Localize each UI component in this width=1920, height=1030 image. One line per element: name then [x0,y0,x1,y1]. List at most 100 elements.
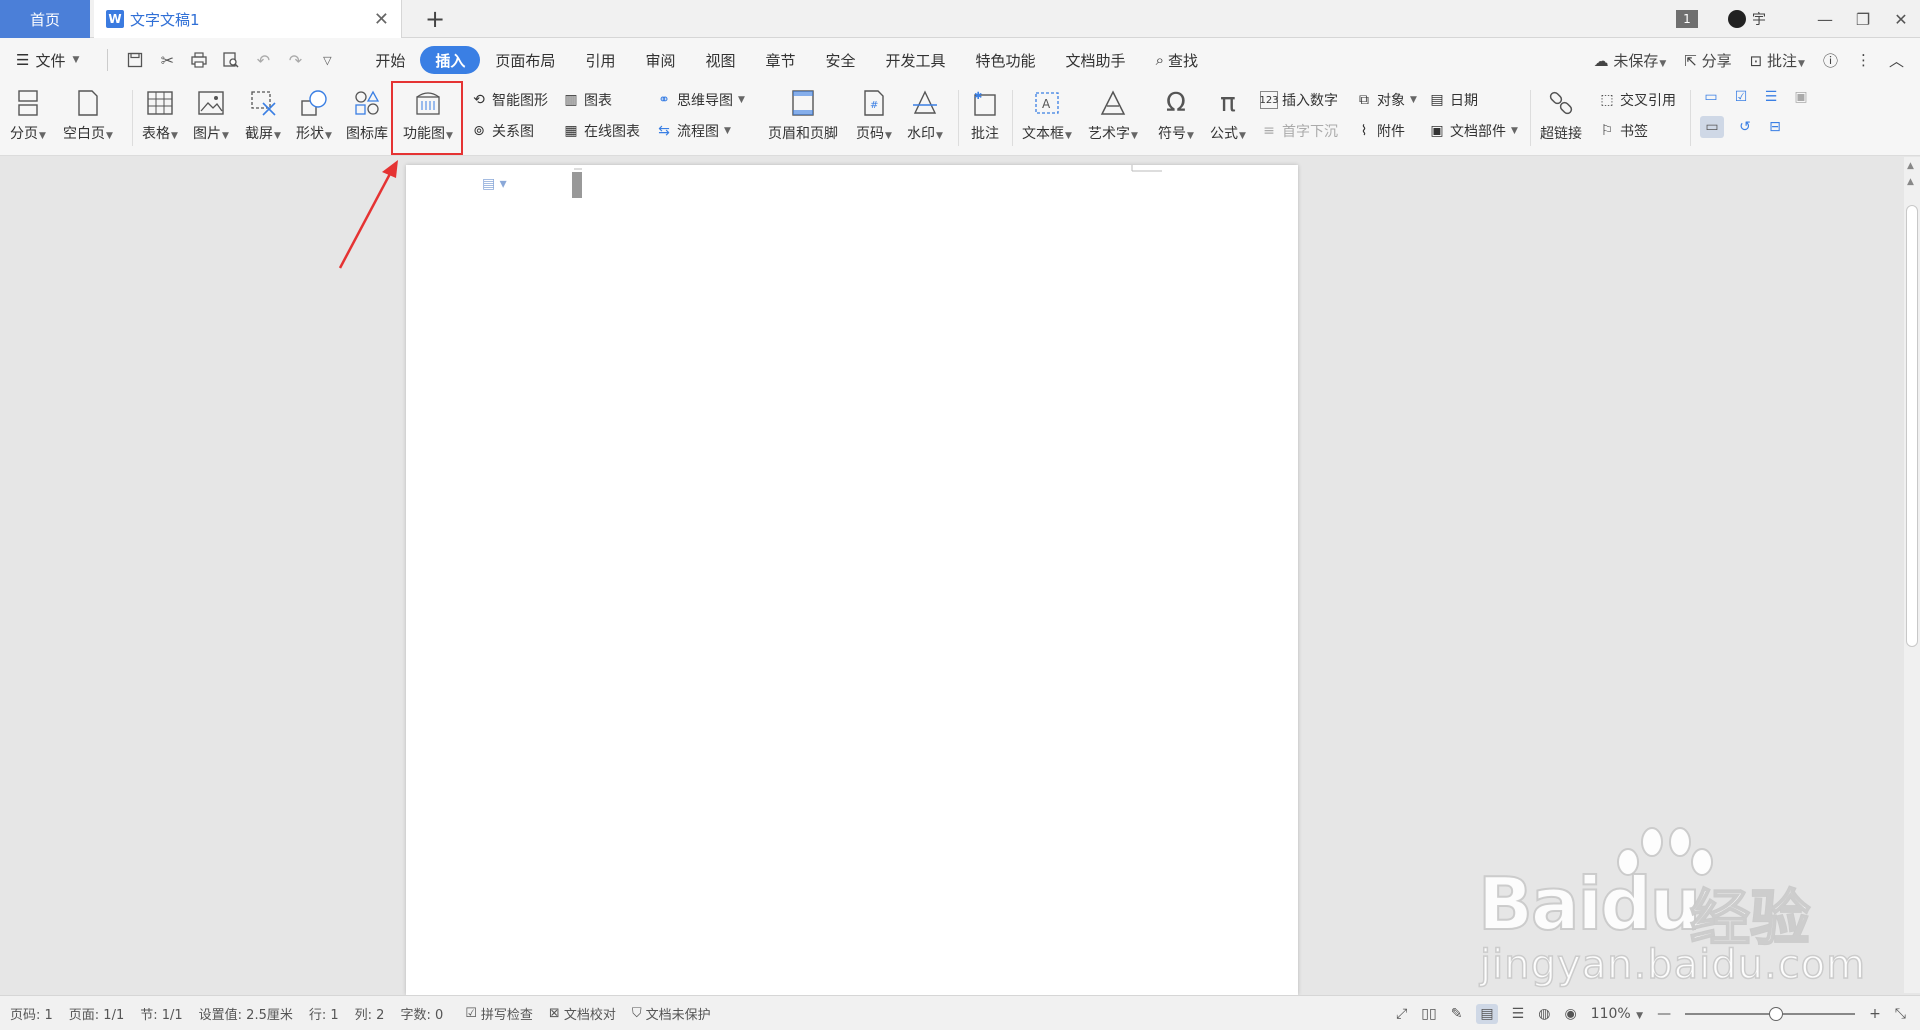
tab-page-layout[interactable]: 页面布局 [480,46,570,74]
form-checkbox-icon[interactable]: ☑ [1732,88,1750,106]
collapse-ribbon-icon[interactable]: ︿ [1889,50,1904,71]
status-setting[interactable]: 设置值: 2.5厘米 [199,1004,293,1023]
header-footer-button[interactable]: 页眉和页脚 [768,84,838,143]
tab-insert[interactable]: 插入 [420,46,481,74]
watermark-button[interactable]: 水印▼ [907,84,943,143]
table-button[interactable]: 表格▼ [142,84,178,143]
reading-mode-icon[interactable]: ▯▯ [1421,1006,1436,1022]
proofread-button[interactable]: ⊠ 文档校对 [549,1004,616,1023]
help-icon[interactable]: ⓘ [1823,50,1838,71]
symbol-button[interactable]: Ω 符号▼ [1158,84,1194,143]
restore-icon[interactable]: ❐ [1844,10,1882,29]
unsaved-button[interactable]: ☁ 未保存▼ [1594,50,1667,71]
print-preview-icon[interactable] [218,47,244,73]
web-view-icon[interactable]: ◍ [1538,1006,1550,1022]
cross-ref-button[interactable]: ⬚ 交叉引用 [1598,90,1676,110]
pen-icon[interactable]: ✎ [1451,1006,1463,1022]
customize-toolbar-icon[interactable]: ▽ [314,47,340,73]
minimize-icon[interactable]: — [1806,10,1844,29]
bookmark-button[interactable]: ⚐ 书签 [1598,121,1648,141]
tab-doc-assistant[interactable]: 文档助手 [1051,46,1141,74]
page-number-button[interactable]: # 页码▼ [856,84,892,143]
new-tab-button[interactable]: + [420,4,450,34]
status-page[interactable]: 页码: 1 [10,1004,53,1023]
spell-check-button[interactable]: ☑ 拼写检查 [465,1004,533,1023]
form-undo-icon[interactable]: ↺ [1736,118,1754,136]
fit-page-icon[interactable]: ⤡ [1895,1006,1906,1022]
textbox-button[interactable]: A 文本框▼ [1022,84,1072,143]
form-list-icon[interactable]: ☰ [1762,88,1780,106]
doc-parts-button[interactable]: ▣ 文档部件 ▼ [1428,121,1518,141]
page-view-icon[interactable]: ▤ [1476,1003,1498,1024]
dropcap-button[interactable]: ≡ 首字下沉 [1260,121,1338,141]
tab-document[interactable]: W 文字文稿1 ✕ [94,0,402,38]
user-account[interactable]: 宇 [1728,9,1766,29]
zoom-slider-knob[interactable] [1769,1006,1784,1021]
tab-references[interactable]: 引用 [570,46,630,74]
redo-icon[interactable]: ↷ [282,47,308,73]
status-col[interactable]: 列: 2 [355,1004,385,1023]
window-count-badge[interactable]: 1 [1676,10,1698,28]
print-icon[interactable] [186,47,212,73]
file-menu-button[interactable]: ☰ 文件 ▼ [16,50,79,71]
close-tab-icon[interactable]: ✕ [374,9,389,30]
form-textbox-icon[interactable]: ▭ [1702,88,1720,106]
tab-section[interactable]: 章节 [750,46,810,74]
zoom-out-icon[interactable]: — [1657,1006,1671,1022]
more-icon[interactable]: ⋮ [1856,51,1871,69]
icon-library-button[interactable]: 图标库 [346,84,388,143]
zoom-slider[interactable] [1685,1006,1856,1021]
undo-icon[interactable]: ↶ [250,47,276,73]
page-break-button[interactable]: 分页▼ [10,84,46,143]
document-page[interactable] [406,165,1298,995]
screenshot-button[interactable]: 截屏▼ [245,84,281,143]
date-button[interactable]: ▤ 日期 [1428,90,1478,110]
scroll-page-up-icon[interactable]: ▲ [1907,177,1914,187]
scrollbar-thumb[interactable] [1906,205,1918,647]
tab-view[interactable]: 视图 [690,46,750,74]
share-button[interactable]: ⇱ 分享 [1684,50,1731,71]
status-words[interactable]: 字数: 0 [400,1004,443,1023]
smart-shape-button[interactable]: ⟲ 智能图形 [470,90,548,110]
tab-developer[interactable]: 开发工具 [871,46,961,74]
zoom-in-icon[interactable]: + [1869,1006,1881,1022]
hyperlink-button[interactable]: 超链接 [1540,84,1582,143]
insert-number-button[interactable]: 123 插入数字 [1259,90,1338,110]
format-painter-icon[interactable]: ✂ [154,47,180,73]
flow-chart-button[interactable]: ⇆ 流程图 ▼ [655,121,731,141]
protection-button[interactable]: ⛉ 文档未保护 [632,1004,711,1023]
tab-home[interactable]: 首页 [0,0,90,38]
paste-options-icon[interactable]: ▤ ▾ [482,176,507,192]
tab-special-features[interactable]: 特色功能 [961,46,1051,74]
eye-protection-icon[interactable]: ◉ [1564,1006,1576,1022]
status-section[interactable]: 节: 1/1 [140,1004,182,1023]
object-button[interactable]: ⧉ 对象 ▼ [1355,90,1417,110]
outline-view-icon[interactable]: ☰ [1512,1006,1525,1022]
comment-button[interactable]: ✱ 批注 [970,84,1000,143]
form-frame-icon[interactable]: ▭ [1700,116,1724,138]
blank-page-button[interactable]: 空白页▼ [63,84,113,143]
scroll-up-icon[interactable]: ▲ [1907,161,1914,171]
save-icon[interactable] [122,47,148,73]
shape-button[interactable]: 形状▼ [296,84,332,143]
relation-chart-button[interactable]: ⊚ 关系图 [470,121,534,141]
attachment-button[interactable]: ⌇ 附件 [1355,121,1405,141]
zoom-level[interactable]: 110% ▼ [1591,1006,1643,1022]
picture-button[interactable]: 图片▼ [193,84,229,143]
online-chart-button[interactable]: ▦ 在线图表 [562,121,640,141]
chart-button[interactable]: ▥ 图表 [562,90,612,110]
comment-menu-button[interactable]: ⊡ 批注▼ [1750,50,1805,71]
tab-review[interactable]: 审阅 [630,46,690,74]
wordart-button[interactable]: 艺术字▼ [1088,84,1138,143]
mind-map-button[interactable]: ⚭ 思维导图 ▼ [655,90,745,110]
status-pages[interactable]: 页面: 1/1 [69,1004,124,1023]
find-button[interactable]: ⌕ 查找 [1141,46,1213,74]
formula-button[interactable]: π 公式▼ [1210,84,1246,143]
form-image-icon[interactable]: ▣ [1792,88,1810,106]
fullscreen-icon[interactable]: ⤢ [1396,1006,1407,1022]
tab-start[interactable]: 开始 [360,46,420,74]
status-row[interactable]: 行: 1 [309,1004,339,1023]
tab-security[interactable]: 安全 [811,46,871,74]
form-lock-icon[interactable]: ⊟ [1766,118,1784,136]
close-window-icon[interactable]: ✕ [1882,10,1920,29]
